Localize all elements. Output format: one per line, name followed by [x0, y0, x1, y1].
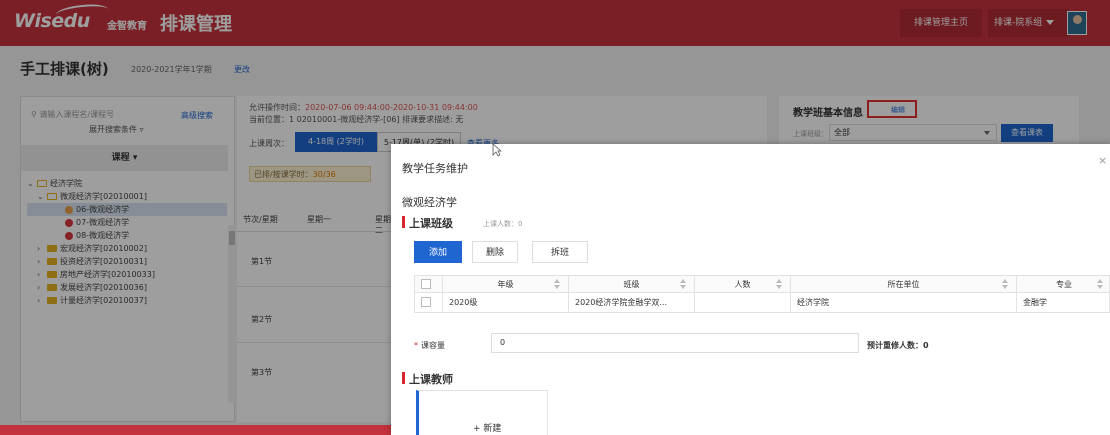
teacher-card[interactable]: + 新建 [416, 390, 548, 435]
close-icon[interactable]: × [1098, 154, 1107, 167]
column-header-label: 专业 [1056, 280, 1072, 289]
sort-icon[interactable] [680, 279, 686, 291]
column-header-label: 班级 [623, 280, 640, 289]
mouse-cursor-icon [492, 143, 502, 157]
teaching-task-modal: 教学任务维护 × 微观经济学 上课班级 上课人数：0 添加 删除 拆班 年级 班… [391, 144, 1110, 435]
sort-icon[interactable] [1097, 279, 1103, 291]
delete-button[interactable]: 删除 [472, 241, 518, 263]
sort-icon[interactable] [776, 279, 782, 291]
section-teacher-title: 上课教师 [402, 371, 453, 387]
column-header-unit[interactable]: 所在单位 [791, 276, 1017, 292]
row-checkbox-cell [415, 293, 443, 312]
table-row[interactable]: 2020级 2020经济学院金融学双... 经济学院 金融学 [414, 293, 1110, 313]
cell-count [695, 293, 791, 312]
cell-unit: 经济学院 [791, 293, 1017, 312]
sort-icon[interactable] [554, 279, 560, 291]
row-checkbox[interactable] [421, 297, 431, 307]
capacity-input[interactable]: 0 [491, 333, 859, 353]
table-header: 年级 班级 人数 所在单位 专业 [414, 275, 1110, 293]
column-header-class[interactable]: 班级 [569, 276, 695, 292]
section-class-title: 上课班级 [402, 215, 453, 231]
capacity-label: 课容量 [421, 341, 445, 350]
cell-major: 金融学 [1023, 298, 1047, 307]
column-header-label: 所在单位 [887, 280, 920, 289]
select-all-checkbox[interactable] [421, 279, 431, 289]
sort-icon[interactable] [1002, 279, 1008, 291]
retake-count-label: 预计重修人数：0 [867, 341, 929, 350]
course-name: 微观经济学 [402, 196, 457, 209]
cell-class: 2020经济学院金融学双... [569, 293, 695, 312]
add-button[interactable]: 添加 [414, 241, 462, 263]
modal-title: 教学任务维护 [402, 162, 468, 175]
class-count-label: 上课人数：0 [483, 220, 523, 228]
capacity-label-row: * 课容量 [414, 340, 445, 351]
column-header-major[interactable]: 专业 [1017, 276, 1110, 292]
column-header-grade[interactable]: 年级 [443, 276, 569, 292]
column-header-label: 年级 [497, 280, 514, 289]
split-class-button[interactable]: 拆班 [532, 241, 588, 263]
new-teacher-button[interactable]: + 新建 [473, 421, 501, 434]
required-marker: * [414, 341, 418, 350]
cell-grade: 2020级 [443, 293, 569, 312]
column-header-label: 人数 [734, 280, 751, 289]
header-checkbox-cell [415, 276, 443, 292]
column-header-count[interactable]: 人数 [695, 276, 791, 292]
